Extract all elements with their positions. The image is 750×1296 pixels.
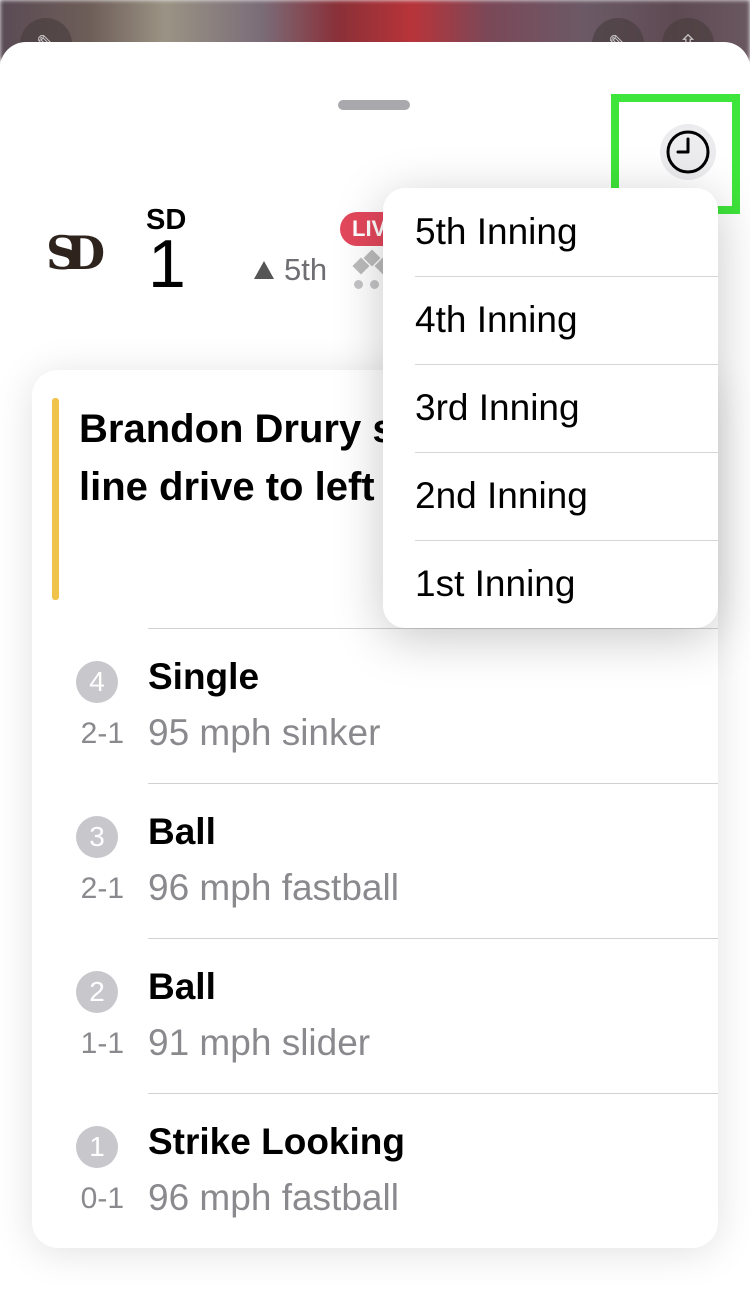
- divider: [148, 628, 718, 629]
- pitch-result: Ball: [148, 811, 216, 852]
- pitch-row: 4 Single 2-1 95 mph sinker: [32, 628, 718, 783]
- pitch-row: 3 Ball 2-1 96 mph fastball: [32, 783, 718, 938]
- pitch-description: 95 mph sinker: [148, 712, 381, 753]
- pitch-number-badge: 1: [76, 1126, 118, 1168]
- pitch-row: 2 Ball 1-1 91 mph slider: [32, 938, 718, 1093]
- pitch-row: 1 Strike Looking 0-1 96 mph fastball: [32, 1093, 718, 1248]
- divider: [148, 1093, 718, 1094]
- menu-item-5th-inning[interactable]: 5th Inning: [383, 188, 718, 276]
- inning-history-button[interactable]: [660, 124, 716, 180]
- pitch-count: 0-1: [80, 1182, 124, 1215]
- pitch-count: 2-1: [80, 717, 124, 750]
- sheet-grabber[interactable]: [338, 100, 410, 110]
- pitch-result: Single: [148, 656, 260, 697]
- pitch-number-badge: 4: [76, 661, 118, 703]
- team-score: 1: [148, 226, 186, 302]
- clock-icon: [666, 130, 710, 174]
- pitch-result: Ball: [148, 966, 216, 1007]
- pitch-result: Strike Looking: [148, 1121, 405, 1162]
- divider: [148, 783, 718, 784]
- menu-item-2nd-inning[interactable]: 2nd Inning: [383, 452, 718, 540]
- inning-menu: 5th Inning 4th Inning 3rd Inning 2nd Inn…: [383, 188, 718, 628]
- inning-status: 5th: [254, 252, 327, 288]
- team-logo: SD: [46, 226, 105, 280]
- pitch-list: 4 Single 2-1 95 mph sinker 3 Ball 2-1 96…: [32, 628, 718, 1248]
- pitch-description: 91 mph slider: [148, 1022, 371, 1063]
- play-accent-bar: [52, 398, 59, 600]
- pitch-description: 96 mph fastball: [148, 867, 399, 908]
- pitch-count: 2-1: [80, 872, 124, 905]
- pitch-number-badge: 3: [76, 816, 118, 858]
- pitch-count: 1-1: [80, 1027, 124, 1060]
- pitch-description: 96 mph fastball: [148, 1177, 399, 1218]
- pitch-number-badge: 2: [76, 971, 118, 1013]
- menu-item-3rd-inning[interactable]: 3rd Inning: [383, 364, 718, 452]
- menu-item-1st-inning[interactable]: 1st Inning: [383, 540, 718, 628]
- menu-item-4th-inning[interactable]: 4th Inning: [383, 276, 718, 364]
- divider: [148, 938, 718, 939]
- inning-label: 5th: [284, 252, 328, 287]
- triangle-up-icon: [254, 261, 274, 279]
